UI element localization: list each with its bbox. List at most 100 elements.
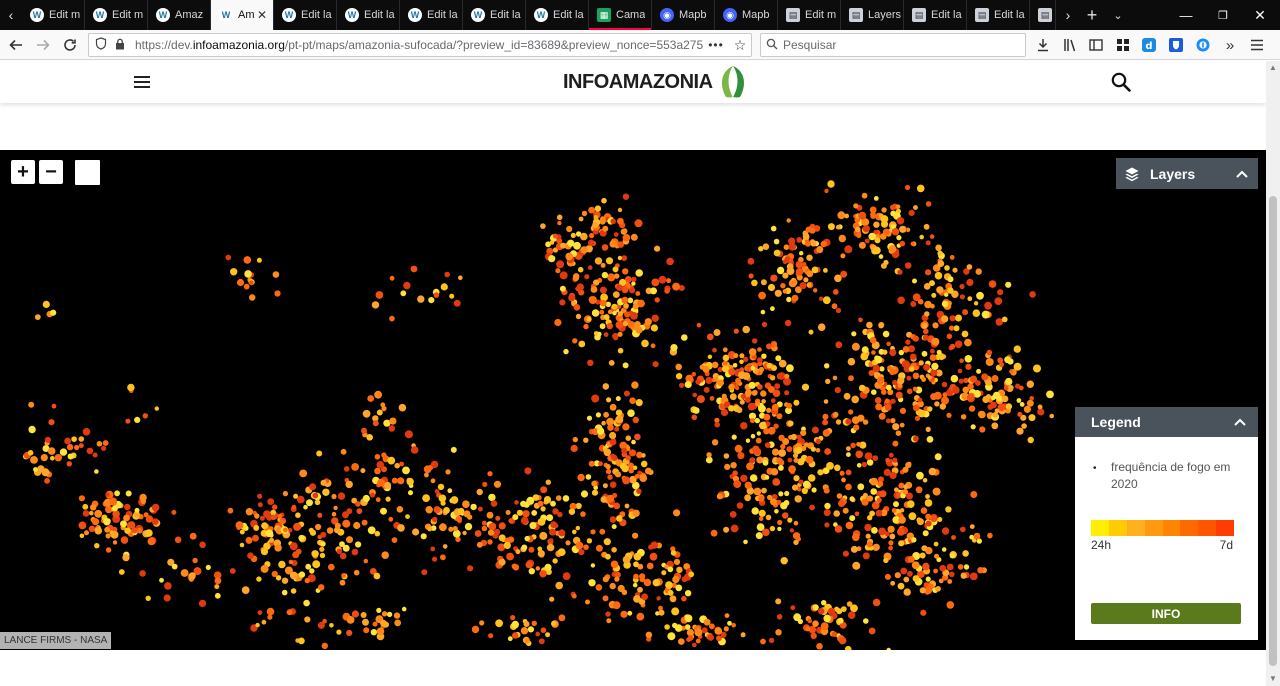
- fire-point[interactable]: [967, 393, 975, 402]
- fire-point[interactable]: [787, 517, 793, 523]
- fire-point[interactable]: [847, 611, 856, 619]
- fire-point[interactable]: [94, 469, 99, 474]
- fire-point[interactable]: [295, 512, 301, 518]
- fire-point[interactable]: [171, 509, 177, 515]
- fire-point[interactable]: [520, 516, 529, 525]
- fire-point[interactable]: [622, 268, 629, 275]
- fire-point[interactable]: [427, 526, 433, 532]
- fire-point[interactable]: [588, 460, 595, 467]
- fire-point[interactable]: [601, 197, 607, 204]
- fire-point[interactable]: [782, 259, 788, 265]
- fire-point[interactable]: [925, 513, 932, 520]
- fire-point[interactable]: [849, 515, 856, 522]
- fire-point[interactable]: [960, 526, 966, 533]
- fire-point[interactable]: [935, 586, 941, 592]
- fire-point[interactable]: [762, 243, 770, 250]
- fire-point[interactable]: [290, 588, 297, 594]
- fire-point[interactable]: [696, 395, 705, 404]
- fire-point[interactable]: [609, 431, 617, 440]
- fire-point[interactable]: [927, 406, 933, 412]
- fire-point[interactable]: [899, 225, 907, 233]
- fire-point[interactable]: [665, 581, 673, 589]
- fire-point[interactable]: [802, 233, 810, 241]
- fire-point[interactable]: [381, 611, 388, 617]
- fire-point[interactable]: [851, 416, 860, 424]
- fire-point[interactable]: [434, 489, 440, 494]
- fire-point[interactable]: [540, 506, 546, 512]
- fire-point[interactable]: [304, 577, 310, 584]
- fire-point[interactable]: [281, 589, 288, 596]
- fire-point[interactable]: [712, 347, 717, 353]
- fire-point[interactable]: [933, 568, 938, 574]
- fire-point[interactable]: [634, 219, 643, 228]
- fire-point[interactable]: [440, 500, 446, 506]
- fire-point[interactable]: [723, 626, 729, 632]
- fire-point[interactable]: [614, 576, 620, 582]
- fire-point[interactable]: [892, 423, 900, 431]
- fire-point[interactable]: [843, 392, 851, 400]
- fire-point[interactable]: [856, 232, 862, 238]
- fire-point[interactable]: [367, 526, 376, 535]
- fire-point[interactable]: [580, 232, 588, 241]
- fire-point[interactable]: [611, 524, 617, 530]
- fire-point[interactable]: [615, 415, 624, 424]
- fire-point[interactable]: [488, 522, 497, 531]
- fire-point[interactable]: [334, 522, 341, 529]
- fire-point[interactable]: [656, 596, 661, 601]
- fire-point[interactable]: [631, 281, 636, 286]
- fire-point[interactable]: [514, 500, 519, 505]
- fire-point[interactable]: [66, 443, 74, 451]
- fire-point[interactable]: [875, 509, 883, 517]
- fire-point[interactable]: [899, 508, 905, 513]
- fire-point[interactable]: [853, 424, 860, 431]
- fire-point[interactable]: [495, 515, 501, 521]
- fire-point[interactable]: [622, 234, 631, 242]
- fire-point[interactable]: [850, 545, 858, 553]
- fire-point[interactable]: [733, 353, 739, 359]
- fire-point[interactable]: [793, 399, 800, 406]
- fire-point[interactable]: [913, 205, 918, 210]
- browser-tab[interactable]: W Edit m: [22, 0, 85, 30]
- fire-point[interactable]: [684, 590, 692, 597]
- fire-point[interactable]: [432, 556, 438, 562]
- fire-point[interactable]: [730, 524, 739, 533]
- fire-point[interactable]: [279, 519, 285, 525]
- fire-point[interactable]: [912, 435, 919, 442]
- minimize-icon[interactable]: —: [1166, 0, 1206, 30]
- lock-icon[interactable]: [115, 38, 129, 53]
- fire-point[interactable]: [377, 478, 385, 487]
- fire-point[interactable]: [590, 529, 596, 535]
- fire-point[interactable]: [428, 297, 435, 304]
- fire-point[interactable]: [450, 496, 459, 504]
- fire-point[interactable]: [423, 465, 432, 474]
- fire-point[interactable]: [667, 632, 676, 641]
- fire-point[interactable]: [688, 571, 695, 578]
- fire-point[interactable]: [959, 283, 965, 290]
- fire-point[interactable]: [921, 350, 928, 357]
- fire-point[interactable]: [1023, 405, 1031, 413]
- fire-point[interactable]: [786, 364, 794, 373]
- sidebar-icon[interactable]: [1084, 33, 1108, 57]
- fire-point[interactable]: [675, 373, 683, 380]
- fire-point[interactable]: [575, 313, 582, 320]
- browser-tab[interactable]: ▦ Cama: [589, 0, 652, 30]
- fire-point[interactable]: [824, 188, 829, 194]
- fire-point[interactable]: [430, 478, 436, 484]
- fire-point[interactable]: [611, 303, 618, 310]
- fire-point[interactable]: [632, 532, 639, 539]
- fire-point[interactable]: [384, 481, 392, 489]
- fire-point[interactable]: [342, 544, 350, 552]
- library-icon[interactable]: [1058, 33, 1082, 57]
- fire-point[interactable]: [448, 526, 454, 532]
- fire-point[interactable]: [780, 443, 786, 450]
- fire-point[interactable]: [847, 357, 856, 366]
- fire-point[interactable]: [616, 284, 623, 291]
- fire-point[interactable]: [863, 618, 869, 624]
- fire-point[interactable]: [876, 497, 882, 503]
- fire-point[interactable]: [621, 296, 629, 304]
- fire-point[interactable]: [890, 418, 896, 424]
- fire-point[interactable]: [936, 349, 942, 355]
- fire-point[interactable]: [953, 325, 960, 332]
- fire-point[interactable]: [605, 257, 614, 265]
- fire-point[interactable]: [706, 333, 714, 341]
